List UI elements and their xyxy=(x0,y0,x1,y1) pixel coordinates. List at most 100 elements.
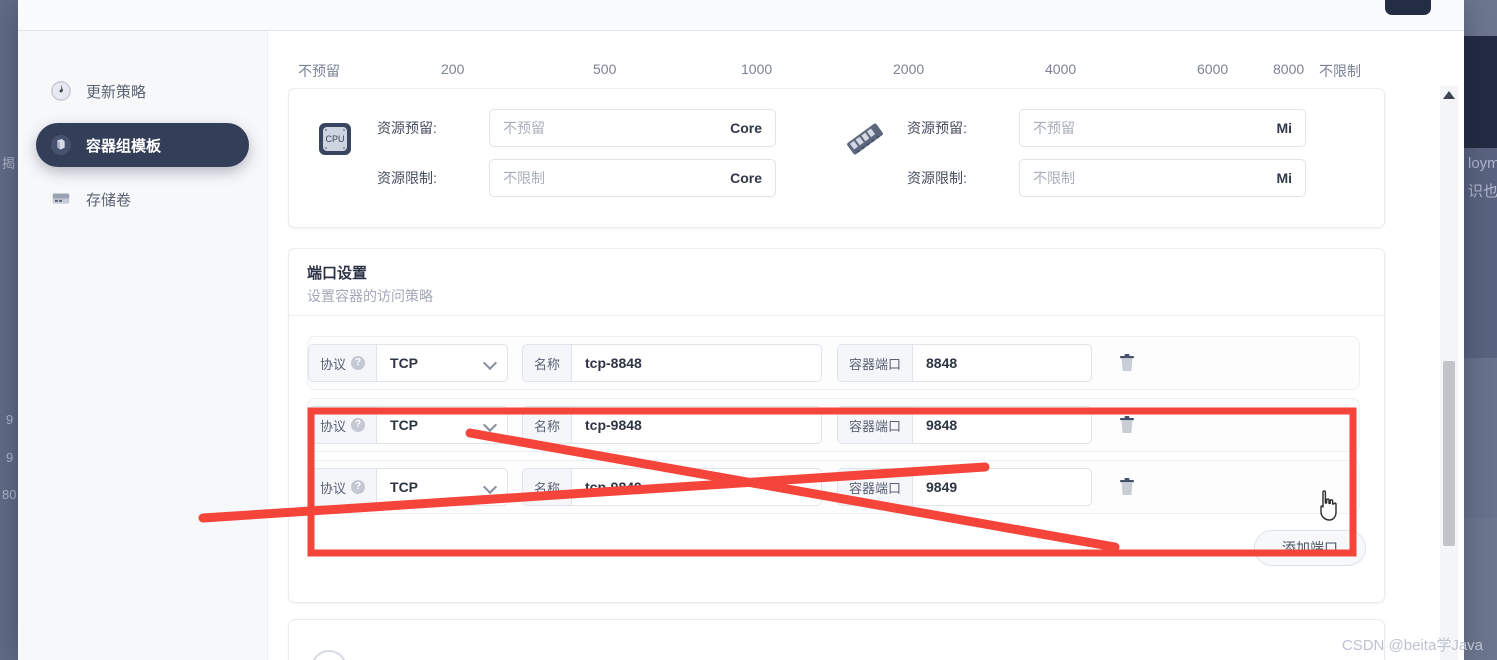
port-name-label: 名称 xyxy=(523,469,573,505)
background-left-fragment-3: 9 xyxy=(6,450,14,465)
delete-port-button[interactable] xyxy=(1118,353,1136,373)
background-left-fragment-2: 9 xyxy=(6,412,14,427)
protocol-label: 协议 ? xyxy=(309,345,378,381)
cpu-limit-placeholder: 不限制 xyxy=(503,170,545,186)
memory-request-input[interactable]: 不预留 Mi xyxy=(1019,109,1306,147)
container-group-template-modal: 更新策略 容器组模板 存储卷 不预留 200 500 1000 2000 400… xyxy=(18,0,1464,660)
protocol-label-text: 协议 xyxy=(320,418,347,434)
slider-tick: 不预留 xyxy=(298,63,340,79)
image-policy-row: 优先使用本地镜像（IfNotPresent） xyxy=(309,648,606,660)
port-name-field[interactable]: 名称 tcp-9849 xyxy=(522,468,822,506)
port-row: 协议 ? TCP 名称 tcp-9848 容器端口 9848 xyxy=(307,398,1360,452)
sidebar-item-label: 更新策略 xyxy=(86,83,147,101)
container-port-value: 9848 xyxy=(926,417,958,433)
sidebar-item-label: 存储卷 xyxy=(86,191,132,209)
help-icon[interactable]: ? xyxy=(351,418,366,432)
modal-body: 更新策略 容器组模板 存储卷 不预留 200 500 1000 2000 400… xyxy=(18,31,1464,660)
container-port-label: 容器端口 xyxy=(838,407,914,443)
scrollable-form: 不预留 200 500 1000 2000 4000 6000 8000 不限制 xyxy=(282,31,1434,660)
port-name-field[interactable]: 名称 tcp-8848 xyxy=(522,344,822,382)
container-port-field[interactable]: 容器端口 9848 xyxy=(837,406,1092,444)
cpu-fields: 资源预留: 不预留 Core 资源限制: 不限制 Core xyxy=(377,109,776,209)
cpu-request-input[interactable]: 不预留 Core xyxy=(489,109,776,147)
vertical-scrollbar[interactable] xyxy=(1440,86,1458,660)
cpu-request-row: 资源预留: 不预留 Core xyxy=(377,109,776,147)
resource-quota-panel: CPU 资源预留: 不预留 Core 资源限制: 不限制 Core 资源预留: … xyxy=(288,88,1385,228)
port-row: 协议 ? TCP 名称 tcp-8848 容器端口 8848 xyxy=(307,336,1360,390)
protocol-label: 协议 ? xyxy=(309,469,378,505)
settings-content-area: 不预留 200 500 1000 2000 4000 6000 8000 不限制 xyxy=(268,31,1464,660)
sidebar-item-container-template[interactable]: 容器组模板 xyxy=(36,123,249,167)
memory-resource-group: 资源预留: 不预留 Mi 资源限制: 不限制 Mi xyxy=(841,109,1306,209)
window-controls-button[interactable] xyxy=(1385,0,1431,15)
cpu-limit-unit: Core xyxy=(730,170,762,186)
slider-tick: 200 xyxy=(441,61,465,77)
container-port-label: 容器端口 xyxy=(838,469,914,505)
delete-port-button[interactable] xyxy=(1118,415,1136,435)
cube-icon xyxy=(50,134,72,156)
slider-tick: 2000 xyxy=(893,61,925,77)
port-name-field[interactable]: 名称 tcp-9848 xyxy=(522,406,822,444)
info-icon xyxy=(309,648,349,660)
container-port-field[interactable]: 容器端口 9849 xyxy=(837,468,1092,506)
cpu-request-label: 资源预留: xyxy=(377,120,437,136)
memory-fields: 资源预留: 不预留 Mi 资源限制: 不限制 Mi xyxy=(907,109,1306,209)
scroll-up-arrow-icon[interactable] xyxy=(1440,86,1458,104)
memory-limit-placeholder: 不限制 xyxy=(1033,170,1075,186)
container-port-label: 容器端口 xyxy=(838,345,914,381)
cpu-icon: CPU xyxy=(311,115,359,163)
slider-tick: 6000 xyxy=(1197,61,1229,77)
port-name-value: tcp-9849 xyxy=(585,479,642,495)
memory-limit-input[interactable]: 不限制 Mi xyxy=(1019,159,1306,197)
memory-request-placeholder: 不预留 xyxy=(1033,120,1075,136)
memory-request-unit: Mi xyxy=(1276,120,1292,136)
cpu-request-unit: Core xyxy=(730,120,762,136)
clock-icon xyxy=(50,80,72,102)
slider-tick: 500 xyxy=(593,61,617,77)
add-port-button[interactable]: 添加端口 xyxy=(1254,530,1366,566)
modal-header xyxy=(18,0,1464,31)
image-pull-policy-panel: 优先使用本地镜像（IfNotPresent） xyxy=(288,619,1385,660)
port-name-label: 名称 xyxy=(523,345,573,381)
background-text-fragment-2: 识也不 xyxy=(1468,183,1497,200)
delete-port-button[interactable] xyxy=(1118,477,1136,497)
cpu-request-placeholder: 不预留 xyxy=(503,120,545,136)
port-row: 协议 ? TCP 名称 tcp-9849 容器端口 9849 xyxy=(307,460,1360,514)
sidebar-item-update-policy[interactable]: 更新策略 xyxy=(36,69,249,113)
port-name-value: tcp-9848 xyxy=(585,417,642,433)
memory-icon xyxy=(841,115,889,163)
background-right-dark-block xyxy=(1464,36,1497,148)
background-left-fragment-1: 揭 xyxy=(2,156,16,171)
protocol-label: 协议 ? xyxy=(309,407,378,443)
background-left-column xyxy=(0,0,18,660)
help-icon[interactable]: ? xyxy=(351,480,366,494)
background-left-fragment-4: 80 xyxy=(2,487,17,502)
protocol-label-text: 协议 xyxy=(320,356,347,372)
protocol-select[interactable]: 协议 ? TCP xyxy=(308,406,508,444)
protocol-label-text: 协议 xyxy=(320,480,347,496)
svg-text:CPU: CPU xyxy=(325,134,344,144)
protocol-select[interactable]: 协议 ? TCP xyxy=(308,344,508,382)
csdn-watermark: CSDN @beita学Java xyxy=(1341,637,1483,654)
scrollbar-thumb[interactable] xyxy=(1443,361,1455,546)
slider-tick: 8000 xyxy=(1273,61,1305,77)
slider-tick: 1000 xyxy=(741,61,773,77)
cpu-limit-input[interactable]: 不限制 Core xyxy=(489,159,776,197)
sidebar-item-label: 容器组模板 xyxy=(86,137,162,155)
slider-tick: 不限制 xyxy=(1319,63,1361,79)
help-icon[interactable]: ? xyxy=(351,356,366,370)
memory-request-label: 资源预留: xyxy=(907,120,967,136)
port-settings-title: 端口设置 xyxy=(307,265,368,282)
panel-divider xyxy=(289,315,1384,316)
memory-request-row: 资源预留: 不预留 Mi xyxy=(907,109,1306,147)
container-port-field[interactable]: 容器端口 8848 xyxy=(837,344,1092,382)
port-name-label: 名称 xyxy=(523,407,573,443)
sidebar-item-storage-volume[interactable]: 存储卷 xyxy=(36,177,249,221)
protocol-select[interactable]: 协议 ? TCP xyxy=(308,468,508,506)
port-settings-subtitle: 设置容器的访问策略 xyxy=(307,288,433,304)
cpu-resource-group: CPU 资源预留: 不预留 Core 资源限制: 不限制 Core xyxy=(311,109,776,209)
memory-limit-row: 资源限制: 不限制 Mi xyxy=(907,159,1306,197)
slider-tick: 4000 xyxy=(1045,61,1077,77)
cpu-limit-label: 资源限制: xyxy=(377,170,437,186)
background-text-fragment-1: loyme xyxy=(1468,155,1497,172)
